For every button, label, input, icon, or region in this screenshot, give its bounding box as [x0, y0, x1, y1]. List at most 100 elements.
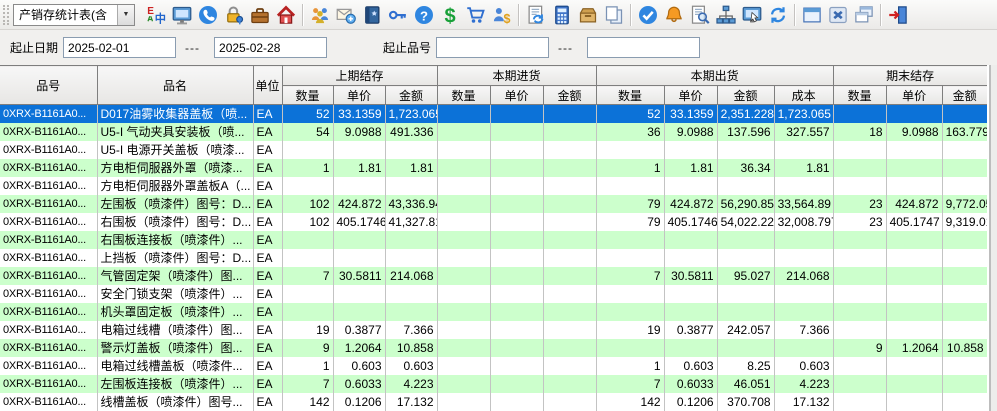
value-cell[interactable]: [774, 303, 833, 321]
item-code-cell[interactable]: 0XRX-B1161A0...: [0, 357, 97, 375]
value-cell[interactable]: [833, 357, 886, 375]
value-cell[interactable]: [333, 177, 385, 195]
calculator-icon[interactable]: [549, 2, 575, 28]
value-cell[interactable]: 79: [596, 195, 664, 213]
value-cell[interactable]: 19: [596, 321, 664, 339]
value-cell[interactable]: 52: [282, 105, 333, 123]
value-cell[interactable]: [774, 249, 833, 267]
item-name-cell[interactable]: 左围板连接板（喷漆件）...: [97, 375, 253, 393]
value-cell[interactable]: 10.858: [385, 339, 437, 357]
unit-cell[interactable]: EA: [253, 339, 282, 357]
value-cell[interactable]: [833, 375, 886, 393]
value-cell[interactable]: [942, 375, 987, 393]
item-name-cell[interactable]: 方电柜伺服器外罩（喷漆...: [97, 159, 253, 177]
value-cell[interactable]: 7.366: [385, 321, 437, 339]
value-cell[interactable]: [282, 285, 333, 303]
lock-icon[interactable]: [221, 2, 247, 28]
item-code-cell[interactable]: 0XRX-B1161A0...: [0, 123, 97, 141]
value-cell[interactable]: [596, 339, 664, 357]
value-cell[interactable]: [833, 267, 886, 285]
value-cell[interactable]: [664, 141, 717, 159]
value-cell[interactable]: [333, 141, 385, 159]
value-cell[interactable]: [886, 303, 942, 321]
value-cell[interactable]: [437, 303, 490, 321]
value-cell[interactable]: 17.132: [385, 393, 437, 411]
unit-cell[interactable]: EA: [253, 285, 282, 303]
value-cell[interactable]: [942, 105, 987, 123]
value-cell[interactable]: [490, 177, 543, 195]
value-cell[interactable]: [437, 195, 490, 213]
home-icon[interactable]: [273, 2, 299, 28]
item-name-cell[interactable]: 上挡板（喷漆件）图号：D...: [97, 249, 253, 267]
report-selector-dropdown[interactable]: 产销存统计表(含 ▼: [13, 4, 135, 26]
value-cell[interactable]: [886, 231, 942, 249]
value-cell[interactable]: [543, 375, 596, 393]
value-cell[interactable]: [437, 105, 490, 123]
value-cell[interactable]: [886, 177, 942, 195]
value-cell[interactable]: [490, 141, 543, 159]
value-cell[interactable]: [942, 303, 987, 321]
value-cell[interactable]: [490, 267, 543, 285]
value-cell[interactable]: 0.3877: [664, 321, 717, 339]
unit-cell[interactable]: EA: [253, 303, 282, 321]
unit-cell[interactable]: EA: [253, 375, 282, 393]
approve-icon[interactable]: [635, 2, 661, 28]
value-cell[interactable]: [886, 267, 942, 285]
item-name-cell[interactable]: 左围板（喷漆件）图号：D...: [97, 195, 253, 213]
value-cell[interactable]: 142: [596, 393, 664, 411]
value-cell[interactable]: 33.1359: [664, 105, 717, 123]
value-cell[interactable]: [717, 141, 774, 159]
value-cell[interactable]: [490, 285, 543, 303]
remote-monitor-icon[interactable]: [739, 2, 765, 28]
item-to-input[interactable]: [587, 37, 700, 58]
value-cell[interactable]: [490, 357, 543, 375]
value-cell[interactable]: 405.1747: [886, 213, 942, 231]
value-cell[interactable]: 102: [282, 213, 333, 231]
value-cell[interactable]: [437, 321, 490, 339]
value-cell[interactable]: 10.858: [942, 339, 987, 357]
value-cell[interactable]: 1.81: [664, 159, 717, 177]
item-code-cell[interactable]: 0XRX-B1161A0...: [0, 321, 97, 339]
value-cell[interactable]: 4.223: [385, 375, 437, 393]
value-cell[interactable]: 7: [596, 375, 664, 393]
value-cell[interactable]: [543, 231, 596, 249]
value-cell[interactable]: [437, 357, 490, 375]
value-cell[interactable]: [596, 231, 664, 249]
value-cell[interactable]: [774, 141, 833, 159]
value-cell[interactable]: [833, 141, 886, 159]
value-cell[interactable]: [543, 357, 596, 375]
item-code-cell[interactable]: 0XRX-B1161A0...: [0, 177, 97, 195]
value-cell[interactable]: [333, 285, 385, 303]
item-code-cell[interactable]: 0XRX-B1161A0...: [0, 195, 97, 213]
value-cell[interactable]: [437, 141, 490, 159]
unit-cell[interactable]: EA: [253, 123, 282, 141]
value-cell[interactable]: 424.872: [886, 195, 942, 213]
value-cell[interactable]: 7.366: [774, 321, 833, 339]
briefcase-icon[interactable]: [247, 2, 273, 28]
item-code-cell[interactable]: 0XRX-B1161A0...: [0, 267, 97, 285]
value-cell[interactable]: 424.872: [664, 195, 717, 213]
item-name-cell[interactable]: 气管固定架（喷漆件）图...: [97, 267, 253, 285]
value-cell[interactable]: [490, 195, 543, 213]
value-cell[interactable]: [833, 303, 886, 321]
value-cell[interactable]: [664, 177, 717, 195]
value-cell[interactable]: [717, 177, 774, 195]
value-cell[interactable]: [385, 249, 437, 267]
value-cell[interactable]: [596, 249, 664, 267]
value-cell[interactable]: [664, 285, 717, 303]
value-cell[interactable]: [543, 321, 596, 339]
cart-icon[interactable]: [463, 2, 489, 28]
value-cell[interactable]: 7: [282, 375, 333, 393]
value-cell[interactable]: [437, 249, 490, 267]
item-code-cell[interactable]: 0XRX-B1161A0...: [0, 339, 97, 357]
value-cell[interactable]: 23: [833, 213, 886, 231]
value-cell[interactable]: 1.2064: [333, 339, 385, 357]
window-icon[interactable]: [799, 2, 825, 28]
value-cell[interactable]: 36: [596, 123, 664, 141]
value-cell[interactable]: 7: [282, 267, 333, 285]
cascade-icon[interactable]: [851, 2, 877, 28]
value-cell[interactable]: 56,290.855: [717, 195, 774, 213]
value-cell[interactable]: 0.6033: [333, 375, 385, 393]
value-cell[interactable]: 1.2064: [886, 339, 942, 357]
value-cell[interactable]: 36.34: [717, 159, 774, 177]
